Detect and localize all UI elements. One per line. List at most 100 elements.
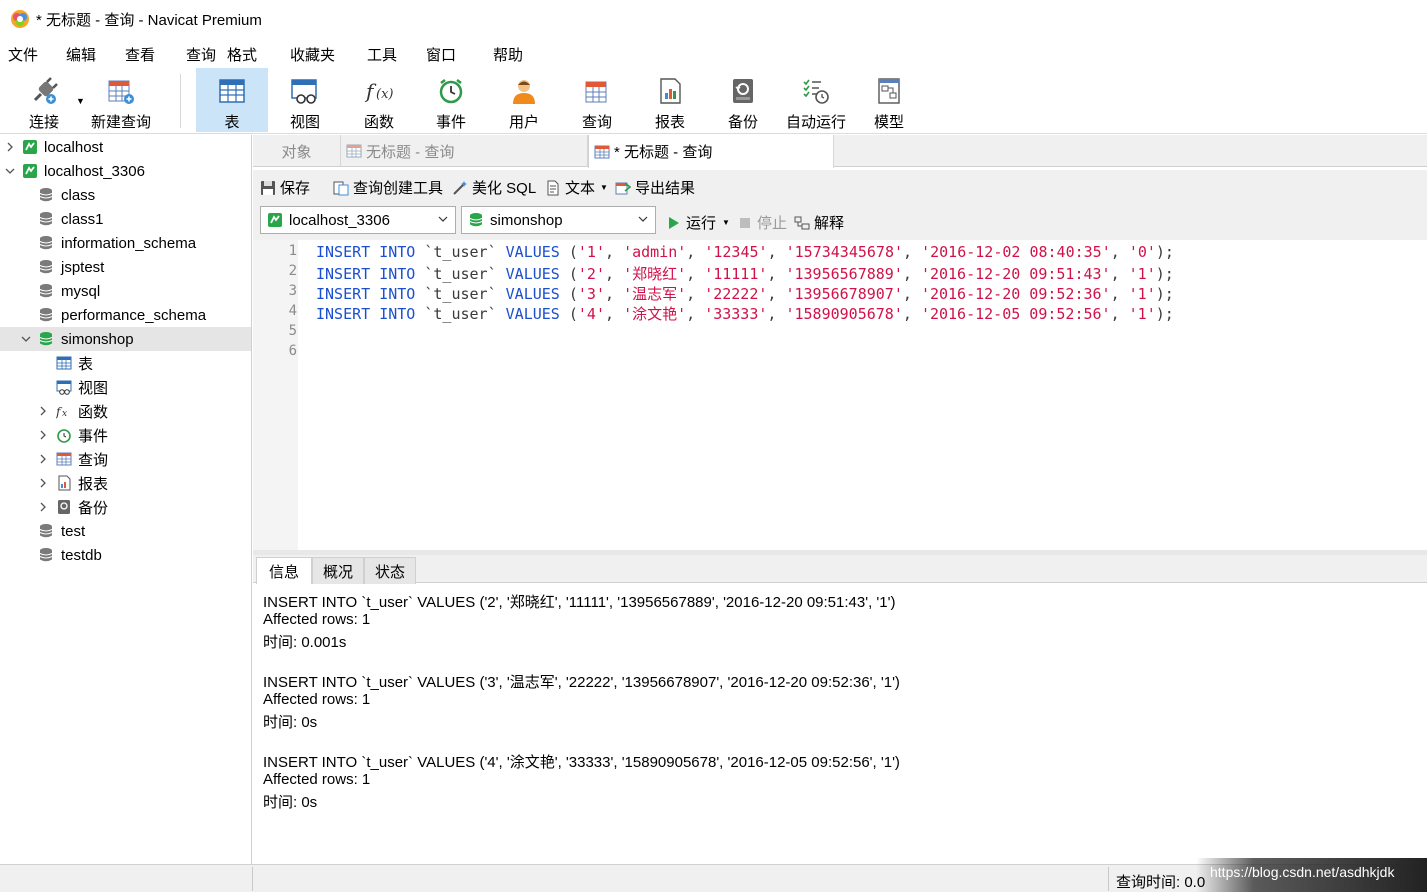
- function-button[interactable]: f (x) 函数: [344, 68, 414, 132]
- database-icon: [39, 260, 53, 274]
- menu-query[interactable]: 查询: [186, 44, 216, 65]
- sql-string: '1': [1128, 285, 1156, 303]
- menu-tools[interactable]: 工具: [367, 44, 397, 65]
- toolbar-separator: [180, 74, 181, 128]
- tree-item-simonshop[interactable]: simonshop: [0, 327, 251, 351]
- chevron-down-icon[interactable]: [4, 165, 16, 177]
- tree-item-database[interactable]: testdb: [0, 543, 251, 567]
- explain-button[interactable]: 解释: [794, 212, 844, 233]
- menu-format[interactable]: 格式: [227, 44, 257, 65]
- tree-label: performance_schema: [61, 306, 207, 324]
- tree-item-database[interactable]: test: [0, 519, 251, 543]
- tree-item-queries[interactable]: 查询: [0, 447, 251, 471]
- save-icon: [261, 180, 275, 195]
- chevron-right-icon[interactable]: [37, 429, 49, 441]
- query-builder-button[interactable]: 查询创建工具: [333, 177, 443, 198]
- event-button[interactable]: 事件: [416, 68, 486, 132]
- chevron-down-icon[interactable]: [20, 333, 32, 345]
- tree-label: simonshop: [61, 330, 134, 348]
- sql-keyword: INSERT INTO: [316, 305, 416, 323]
- sql-text: (: [559, 243, 578, 261]
- chevron-right-icon[interactable]: [37, 405, 49, 417]
- connect-dropdown-icon[interactable]: ▼: [76, 96, 85, 106]
- tree-item-functions[interactable]: fx 函数: [0, 399, 251, 423]
- tree-item-database[interactable]: class1: [0, 207, 251, 231]
- connect-button[interactable]: 连接: [14, 68, 74, 132]
- sql-string: '郑晓红': [623, 265, 687, 283]
- user-button[interactable]: 用户: [489, 68, 559, 132]
- tree-item-localhost-3306[interactable]: localhost_3306: [0, 159, 251, 183]
- menu-favorites[interactable]: 收藏夹: [290, 44, 335, 65]
- sql-text: `t_user`: [415, 285, 506, 303]
- tab-profile[interactable]: 概况: [312, 557, 364, 584]
- tree-item-database[interactable]: mysql: [0, 279, 251, 303]
- tree-item-database[interactable]: performance_schema: [0, 303, 251, 327]
- backup-button[interactable]: 备份: [708, 68, 778, 132]
- mysql-connection-icon: [268, 213, 282, 227]
- menu-file[interactable]: 文件: [8, 44, 38, 65]
- tree-item-database[interactable]: information_schema: [0, 231, 251, 255]
- menu-view[interactable]: 查看: [125, 44, 155, 65]
- new-query-label: 新建查询: [90, 114, 151, 131]
- database-open-icon: [39, 332, 53, 346]
- view-icon: [289, 75, 321, 107]
- line-number: 2: [288, 263, 297, 279]
- tree-label: localhost: [44, 138, 104, 156]
- query-button[interactable]: 查询: [562, 68, 632, 132]
- menu-window[interactable]: 窗口: [426, 44, 456, 65]
- sql-editor[interactable]: 1 2 3 4 5 6 INSERT INTO `t_user` VALUES …: [253, 240, 1427, 550]
- stop-button[interactable]: 停止: [737, 212, 787, 233]
- tree-label: jsptest: [61, 258, 105, 276]
- text-button[interactable]: 文本 ▼: [545, 177, 608, 198]
- tree-item-database[interactable]: class: [0, 183, 251, 207]
- tree-item-database[interactable]: jsptest: [0, 255, 251, 279]
- tab-status[interactable]: 状态: [364, 557, 416, 584]
- connection-select[interactable]: localhost_3306: [260, 206, 456, 234]
- tree-item-backups[interactable]: 备份: [0, 495, 251, 519]
- view-button[interactable]: 视图: [270, 68, 340, 132]
- new-query-button[interactable]: 新建查询: [88, 68, 154, 132]
- table-button[interactable]: 表: [196, 68, 268, 132]
- automation-icon: [800, 75, 832, 107]
- export-results-button[interactable]: 导出结果: [615, 177, 695, 198]
- chevron-right-icon[interactable]: [37, 477, 49, 489]
- model-button[interactable]: 模型: [854, 68, 924, 132]
- chevron-right-icon[interactable]: [37, 501, 49, 513]
- tree-item-events[interactable]: 事件: [0, 423, 251, 447]
- sql-text: );: [1155, 265, 1174, 283]
- database-select[interactable]: simonshop: [461, 206, 656, 234]
- tree-label: 备份: [78, 499, 109, 517]
- chevron-right-icon[interactable]: [37, 453, 49, 465]
- save-button[interactable]: 保存: [260, 177, 310, 198]
- report-button[interactable]: 报表: [635, 68, 705, 132]
- tree-item-localhost[interactable]: localhost: [0, 135, 251, 159]
- sql-string: '3': [577, 285, 605, 303]
- sql-string: '2': [577, 265, 605, 283]
- menu-help[interactable]: 帮助: [493, 44, 523, 65]
- beautify-sql-button[interactable]: 美化 SQL: [452, 177, 536, 198]
- run-button[interactable]: 运行 ▼: [666, 212, 730, 233]
- tab-label: 状态: [374, 563, 405, 581]
- message-time: 时间: 0.001s: [263, 634, 347, 651]
- sql-text: ,: [902, 285, 921, 303]
- database-icon: [39, 212, 53, 226]
- user-icon: [508, 75, 540, 107]
- tab-query-inactive[interactable]: 无标题 - 查询: [341, 135, 588, 167]
- function-label: 函数: [363, 114, 394, 131]
- menu-edit[interactable]: 编辑: [66, 44, 96, 65]
- automation-button[interactable]: 自动运行: [781, 68, 851, 132]
- tab-info[interactable]: 信息: [256, 557, 312, 585]
- title-bar: * 无标题 - 查询 - Navicat Premium: [0, 0, 1427, 38]
- sql-keyword: VALUES: [505, 305, 560, 323]
- tab-objects[interactable]: 对象: [253, 135, 341, 167]
- query-builder-icon: [333, 181, 349, 195]
- tree-item-tables[interactable]: 表: [0, 351, 251, 375]
- stop-label: 停止: [757, 215, 788, 232]
- query-builder-label: 查询创建工具: [353, 180, 444, 197]
- tree-item-views[interactable]: 视图: [0, 375, 251, 399]
- sql-string: '温志军': [623, 285, 687, 303]
- sql-text: ,: [686, 243, 705, 261]
- tree-item-reports[interactable]: 报表: [0, 471, 251, 495]
- tab-query-active[interactable]: * 无标题 - 查询: [588, 135, 834, 168]
- chevron-right-icon[interactable]: [4, 141, 16, 153]
